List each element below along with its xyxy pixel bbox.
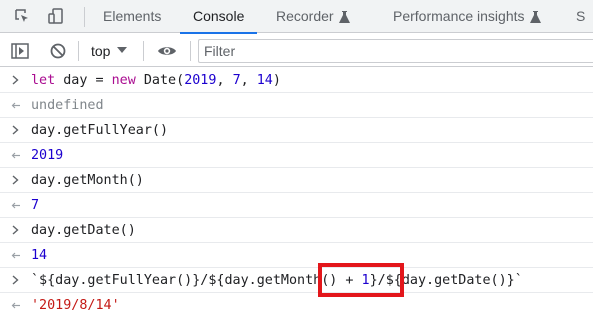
experimental-flask-icon (338, 11, 350, 23)
red-highlight-box (318, 263, 404, 297)
input-prompt-chevron-icon (12, 225, 19, 235)
console-result-row: 7 (0, 193, 593, 218)
code-token: undefined (31, 98, 104, 113)
tab-label: Elements (103, 8, 162, 24)
code-token: , (240, 73, 257, 88)
code-token: , (216, 73, 233, 88)
code-token: 7 (31, 198, 40, 213)
console-result-row: 2019 (0, 143, 593, 168)
result-arrow-icon (11, 252, 20, 259)
code-token: day.getFullYear() (31, 123, 169, 138)
result-arrow-icon (11, 302, 20, 309)
filter-input[interactable] (198, 39, 593, 63)
console-input-code[interactable]: let day = new Date(2019, 7, 14) (31, 72, 281, 89)
code-token: 7 (232, 73, 241, 88)
console-input-row: `${day.getFullYear()}/${day.getMonth() +… (0, 268, 593, 293)
console-input-code[interactable]: day.getMonth() (31, 172, 144, 189)
console-input-code[interactable]: `${day.getFullYear()}/${day.getMonth() +… (31, 272, 523, 289)
tab-overflow-partial[interactable]: S (576, 0, 585, 33)
js-context-select[interactable]: top (91, 41, 128, 61)
result-arrow-icon (11, 102, 20, 109)
device-toolbar-icon[interactable] (48, 8, 64, 24)
result-arrow-icon (11, 202, 20, 209)
console-input-code[interactable]: day.getFullYear() (31, 122, 168, 139)
code-token: 2019 (31, 148, 64, 163)
toolbar-divider (78, 41, 79, 61)
tab-performance-insights[interactable]: Performance insights (393, 0, 541, 33)
console-result-value: 7 (31, 197, 39, 214)
js-context-label: top (91, 43, 111, 59)
console-input-row: day.getMonth() (0, 168, 593, 193)
show-sidebar-icon[interactable] (11, 42, 29, 60)
tab-label: Performance insights (393, 8, 525, 24)
input-prompt-chevron-icon (12, 75, 19, 85)
console-input-row: day.getDate() (0, 218, 593, 243)
code-token: day = (55, 73, 112, 88)
input-prompt-chevron-icon (12, 175, 19, 185)
code-token: 14 (256, 73, 273, 88)
code-token: '2019/8/14' (31, 298, 120, 313)
console-input-row: day.getFullYear() (0, 118, 593, 143)
code-token: let (31, 73, 56, 88)
code-token: day.getDate() (31, 223, 136, 238)
input-prompt-chevron-icon (12, 125, 19, 135)
tab-elements[interactable]: Elements (103, 0, 161, 33)
console-result-value: 14 (31, 247, 47, 264)
experimental-flask-icon (529, 11, 541, 23)
toolbar-divider (143, 41, 144, 61)
clear-console-icon[interactable] (49, 42, 67, 60)
devtools-tab-bar: Elements Console Recorder Performance in… (0, 0, 593, 34)
console-result-row: undefined (0, 93, 593, 118)
console-result-row: '2019/8/14' (0, 293, 593, 315)
live-expression-eye-icon[interactable] (157, 42, 177, 60)
console-toolbar: top (0, 34, 593, 67)
code-token: `${day.getFullYear()}/${day.getMonth() + (31, 273, 362, 288)
console-input-row: let day = new Date(2019, 7, 14) (0, 68, 593, 93)
console-input-code[interactable]: day.getDate() (31, 222, 136, 239)
tab-label: Console (193, 8, 245, 24)
code-token: 2019 (184, 73, 217, 88)
toolbar-divider (190, 41, 191, 61)
tab-bar-divider (84, 7, 85, 27)
tab-label: Recorder (276, 8, 334, 24)
tab-recorder[interactable]: Recorder (276, 0, 350, 33)
inspect-element-icon[interactable] (14, 8, 30, 24)
console-result-row: 14 (0, 243, 593, 268)
console-result-value: '2019/8/14' (31, 297, 120, 314)
console-result-value: 2019 (31, 147, 63, 164)
code-token: Date( (135, 73, 185, 88)
chevron-down-icon (117, 47, 128, 53)
result-arrow-icon (11, 152, 20, 159)
code-token: ) (272, 73, 281, 88)
console-log: let day = new Date(2019, 7, 14) undefined… (0, 68, 593, 315)
tab-console[interactable]: Console (179, 0, 258, 34)
code-token: 14 (31, 248, 48, 263)
console-result-value: undefined (31, 97, 104, 114)
input-prompt-chevron-icon (12, 275, 19, 285)
code-token: day.getMonth() (31, 173, 144, 188)
code-token: new (111, 73, 136, 88)
